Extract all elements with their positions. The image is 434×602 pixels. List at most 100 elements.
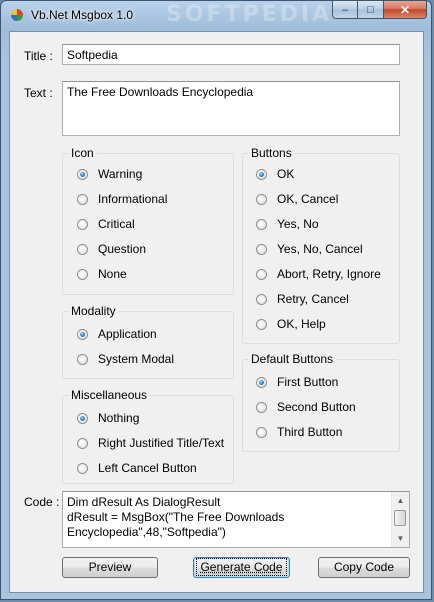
radio-label: First Button <box>277 375 339 389</box>
radio-selected-icon <box>77 412 88 424</box>
radio-warning[interactable]: Warning <box>77 166 142 182</box>
radio-selected-icon <box>77 168 88 180</box>
text-input-value: The Free Downloads Encyclopedia <box>67 85 254 99</box>
scroll-up-icon[interactable]: ▲ <box>392 492 409 509</box>
title-input-value: Softpedia <box>67 48 118 62</box>
icon-group: Icon Warning Informational Critical Ques… <box>62 146 234 295</box>
radio-icon <box>77 437 88 449</box>
radio-first-button[interactable]: First Button <box>256 374 338 390</box>
radio-question[interactable]: Question <box>77 241 146 257</box>
scroll-down-icon[interactable]: ▼ <box>392 530 409 547</box>
radio-abort-retry-ignore[interactable]: Abort, Retry, Ignore <box>256 266 381 282</box>
radio-left-cancel[interactable]: Left Cancel Button <box>77 460 197 476</box>
default-buttons-group-title: Default Buttons <box>248 352 337 366</box>
radio-yes-no-cancel[interactable]: Yes, No, Cancel <box>256 241 363 257</box>
radio-selected-icon <box>256 168 267 180</box>
code-line: Encyclopedia",48,"Softpedia") <box>67 525 226 539</box>
minimize-icon: – <box>341 3 349 16</box>
code-line: Dim dResult As DialogResult <box>67 495 221 509</box>
code-output[interactable]: Dim dResult As DialogResult dResult = Ms… <box>62 491 410 548</box>
radio-label: Question <box>98 242 147 256</box>
radio-label: Warning <box>98 167 143 181</box>
code-scrollbar[interactable]: ▲ ▼ <box>391 492 409 547</box>
watermark-text: SOFTPEDIA <box>166 2 333 27</box>
radio-icon <box>256 318 267 330</box>
buttons-group-title: Buttons <box>248 146 295 160</box>
radio-icon <box>256 218 267 230</box>
radio-icon <box>256 293 267 305</box>
radio-label: Third Button <box>277 425 343 439</box>
radio-icon <box>77 193 88 205</box>
radio-icon <box>77 353 88 365</box>
radio-label: Second Button <box>277 400 356 414</box>
modality-group-title: Modality <box>68 304 119 318</box>
radio-critical[interactable]: Critical <box>77 216 135 232</box>
radio-label: Abort, Retry, Ignore <box>277 267 381 281</box>
radio-selected-icon <box>256 376 267 388</box>
generate-code-button-label: Generate Code <box>196 558 287 576</box>
modality-group: Modality Application System Modal <box>62 304 234 379</box>
window-title: Vb.Net Msgbox 1.0 <box>31 8 134 22</box>
radio-icon <box>77 243 88 255</box>
minimize-button[interactable]: – <box>332 1 358 19</box>
radio-label: Yes, No <box>277 217 319 231</box>
buttons-group: Buttons OK OK, Cancel Yes, No Yes, No, C… <box>242 146 400 344</box>
radio-ok-cancel[interactable]: OK, Cancel <box>256 191 338 207</box>
radio-label: None <box>98 267 127 281</box>
title-bar[interactable]: Vb.Net Msgbox 1.0 SOFTPEDIA – □ ✕ <box>1 1 433 29</box>
radio-icon <box>256 401 267 413</box>
text-input[interactable]: The Free Downloads Encyclopedia <box>62 81 400 136</box>
radio-yes-no[interactable]: Yes, No <box>256 216 319 232</box>
radio-ok[interactable]: OK <box>256 166 294 182</box>
copy-code-button[interactable]: Copy Code <box>318 557 410 578</box>
radio-icon <box>256 193 267 205</box>
caption-buttons: – □ ✕ <box>332 1 427 20</box>
radio-second-button[interactable]: Second Button <box>256 399 356 415</box>
miscellaneous-group: Miscellaneous Nothing Right Justified Ti… <box>62 388 234 484</box>
radio-icon <box>256 268 267 280</box>
radio-label: OK, Help <box>277 317 326 331</box>
radio-label: OK <box>277 167 295 181</box>
radio-right-justified[interactable]: Right Justified Title/Text <box>77 435 224 451</box>
radio-informational[interactable]: Informational <box>77 191 167 207</box>
title-label: Title : <box>24 49 53 63</box>
radio-label: Informational <box>98 192 168 206</box>
radio-application[interactable]: Application <box>77 326 157 342</box>
app-icon <box>11 9 23 21</box>
close-icon: ✕ <box>399 2 411 17</box>
radio-icon <box>77 462 88 474</box>
preview-button[interactable]: Preview <box>62 557 158 578</box>
radio-label: Nothing <box>98 411 140 425</box>
radio-selected-icon <box>77 328 88 340</box>
radio-icon <box>77 268 88 280</box>
code-label: Code : <box>24 495 60 509</box>
radio-system-modal[interactable]: System Modal <box>77 351 174 367</box>
scroll-thumb[interactable] <box>394 510 406 526</box>
generate-code-button[interactable]: Generate Code <box>193 557 290 578</box>
icon-group-title: Icon <box>68 146 97 160</box>
radio-third-button[interactable]: Third Button <box>256 424 342 440</box>
form-body: Title : Softpedia Text : The Free Downlo… <box>9 31 424 593</box>
close-button[interactable]: ✕ <box>384 1 427 19</box>
maximize-button[interactable]: □ <box>358 1 384 19</box>
radio-icon <box>77 218 88 230</box>
radio-nothing[interactable]: Nothing <box>77 410 139 426</box>
text-label: Text : <box>24 86 53 100</box>
radio-none[interactable]: None <box>77 266 127 282</box>
misc-group-title: Miscellaneous <box>68 388 151 402</box>
preview-button-label: Preview <box>88 560 132 574</box>
radio-retry-cancel[interactable]: Retry, Cancel <box>256 291 349 307</box>
radio-label: Left Cancel Button <box>98 461 197 475</box>
app-window: Vb.Net Msgbox 1.0 SOFTPEDIA – □ ✕ Title … <box>0 0 432 600</box>
code-output-text: Dim dResult As DialogResult dResult = Ms… <box>67 495 391 540</box>
radio-icon <box>256 426 267 438</box>
radio-icon <box>256 243 267 255</box>
radio-label: Right Justified Title/Text <box>98 436 225 450</box>
radio-label: Yes, No, Cancel <box>277 242 363 256</box>
copy-code-button-label: Copy Code <box>333 560 395 574</box>
radio-label: Retry, Cancel <box>277 292 349 306</box>
maximize-icon: □ <box>367 3 374 16</box>
radio-label: Application <box>98 327 157 341</box>
radio-ok-help[interactable]: OK, Help <box>256 316 326 332</box>
title-input[interactable]: Softpedia <box>62 44 400 65</box>
